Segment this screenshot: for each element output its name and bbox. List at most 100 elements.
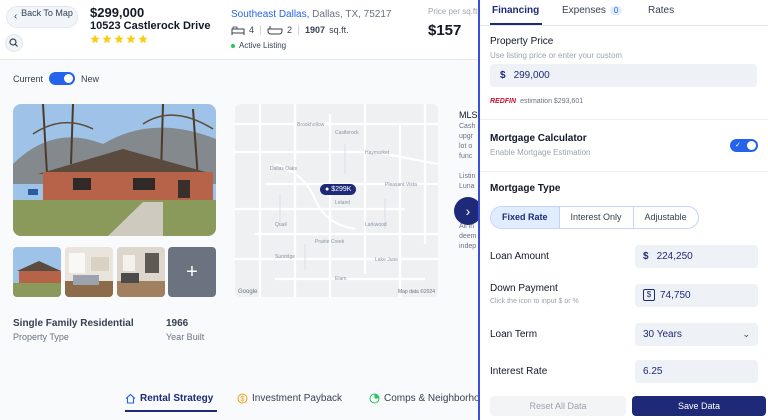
redfin-logo: REDFIN xyxy=(490,98,517,105)
property-main-photo[interactable] xyxy=(13,104,216,236)
tab-investment-payback[interactable]: $ Investment Payback xyxy=(237,393,342,404)
gallery-thumb[interactable] xyxy=(65,247,113,297)
interest-rate-label: Interest Rate xyxy=(490,366,548,377)
mls-text-line: func xyxy=(459,153,473,160)
loan-amount-input[interactable]: $224,250 xyxy=(635,245,758,268)
tab-rates[interactable]: Rates xyxy=(648,5,674,16)
city-state-zip: Dallas, TX, 75217 xyxy=(309,9,392,20)
mortgage-type-interest-only[interactable]: Interest Only xyxy=(558,207,633,228)
mortgage-type-adjustable[interactable]: Adjustable xyxy=(632,207,698,228)
dollar-coin-icon: $ xyxy=(237,393,248,404)
street-label: Castlerock xyxy=(335,130,359,136)
back-to-map-button[interactable]: ‹ Back To Map xyxy=(6,6,78,28)
active-tab-indicator xyxy=(125,410,217,412)
tab-label: Investment Payback xyxy=(252,393,343,404)
mls-text-line: indep xyxy=(459,243,477,250)
street-label: Elam xyxy=(335,276,347,282)
map-price-pin[interactable]: ● $299K xyxy=(320,184,357,195)
strategy-tabs: Rental Strategy $ Investment Payback Com… xyxy=(0,388,478,420)
financing-panel: Financing Expenses 0 Rates Property Price… xyxy=(478,0,768,420)
property-map[interactable]: Brookhollow Castlerock Haymarket Dallas Oak… xyxy=(235,104,438,297)
reset-all-data-button[interactable]: Reset All Data xyxy=(490,396,626,416)
street-label: Brookhollow xyxy=(297,122,325,128)
redfin-estimate: REDFIN estimation $293,601 xyxy=(490,98,583,105)
tab-label: Expenses xyxy=(562,5,606,16)
divider xyxy=(298,25,300,35)
sqft-unit: sq.ft. xyxy=(329,25,349,35)
listing-address: 10523 Castlerock Drive xyxy=(90,20,211,32)
tab-financing[interactable]: Financing xyxy=(492,5,539,16)
down-payment-value: 74,750 xyxy=(660,290,691,301)
search-icon xyxy=(9,38,18,47)
star-icon xyxy=(114,34,124,44)
neighborhood-link[interactable]: Southeast Dallas, xyxy=(231,9,309,20)
current-new-toggle[interactable] xyxy=(49,72,76,85)
street-label: Prairie Creek xyxy=(315,239,345,245)
property-header: ‹ Back To Map $299,000 10523 Castlerock … xyxy=(0,0,478,60)
status-text: Active Listing xyxy=(239,41,287,50)
next-arrow-button[interactable]: › xyxy=(454,197,478,225)
interest-rate-value: 6.25 xyxy=(643,366,663,377)
chevron-left-icon: ‹ xyxy=(14,11,18,22)
gallery-more-button[interactable]: + xyxy=(168,247,216,297)
dollar-icon: $ xyxy=(643,251,649,262)
street-label: Haymarket xyxy=(365,150,390,156)
star-icon xyxy=(90,34,100,44)
tab-comps-neighborhood[interactable]: Comps & Neighborhood xyxy=(369,393,478,404)
street-label: Leland xyxy=(335,200,351,206)
active-tab-indicator xyxy=(490,23,542,25)
mortgage-calculator-toggle[interactable]: ✓ xyxy=(730,139,758,152)
property-details-page: ‹ Back To Map $299,000 10523 Castlerock … xyxy=(0,0,478,420)
mortgage-type-selector: Fixed Rate Interest Only Adjustable xyxy=(490,206,699,229)
dollar-percent-switch-icon[interactable]: $ xyxy=(643,289,655,302)
plus-icon: + xyxy=(186,261,198,283)
down-payment-hint: Click the icon to input $ or % xyxy=(490,298,579,305)
beds-count: 4 xyxy=(249,25,255,35)
loan-amount-label: Loan Amount xyxy=(490,251,549,262)
pie-chart-icon xyxy=(369,393,380,404)
down-payment-input[interactable]: $74,750 xyxy=(635,284,758,307)
mls-text-line: upgr xyxy=(459,133,474,140)
mortgage-calculator-subtitle: Enable Mortgage Estimation xyxy=(490,148,591,157)
search-button[interactable] xyxy=(5,34,23,52)
price-per-sqft-label: Price per sq.ft. xyxy=(428,7,478,16)
check-icon: ✓ xyxy=(735,142,741,149)
mortgage-type-fixed-rate[interactable]: Fixed Rate xyxy=(491,207,559,228)
mls-text-line: Luna xyxy=(459,183,475,190)
tab-expenses[interactable]: Expenses 0 xyxy=(562,5,623,16)
property-price-input[interactable]: $299,000 xyxy=(490,64,757,87)
chevron-down-icon: ⌄ xyxy=(742,329,750,339)
street-label: Dallas Oaks xyxy=(270,166,297,172)
dollar-icon: $ xyxy=(500,70,506,81)
expenses-count-badge: 0 xyxy=(609,6,623,15)
save-data-button[interactable]: Save Data xyxy=(632,396,766,416)
property-price-subtitle: Use listing price or enter your custom xyxy=(490,51,623,60)
tab-rental-strategy[interactable]: Rental Strategy xyxy=(125,393,213,404)
star-icon xyxy=(138,34,148,44)
map-data-credit: Map data ©2024 xyxy=(397,289,435,295)
google-logo: Google xyxy=(238,289,258,295)
property-price-title: Property Price xyxy=(490,36,554,47)
chevron-right-icon: › xyxy=(465,203,471,219)
gallery-thumb[interactable] xyxy=(117,247,165,297)
listing-location: Southeast Dallas, Dallas, TX, 75217 xyxy=(231,9,391,20)
street-label: Larkwood xyxy=(365,222,387,228)
divider xyxy=(480,119,768,120)
gallery-thumb[interactable] xyxy=(13,247,61,297)
mls-text-line: Listin xyxy=(459,173,476,180)
svg-text:$: $ xyxy=(241,396,245,403)
tab-label: Comps & Neighborhood xyxy=(384,393,478,404)
sqft-value: 1907 xyxy=(305,25,326,35)
mls-description: MLSCashupgrlot ofunc ListinLuna Syste Al… xyxy=(459,110,478,252)
bath-icon xyxy=(267,26,283,35)
baths-count: 2 xyxy=(287,25,293,35)
interest-rate-input[interactable]: 6.25 xyxy=(635,360,758,383)
listing-price: $299,000 xyxy=(90,5,145,20)
loan-term-select[interactable]: 30 Years ⌄ xyxy=(635,323,758,346)
divider xyxy=(260,25,262,35)
street-label: Lake June xyxy=(375,257,399,263)
mls-heading: MLS xyxy=(459,110,478,120)
street-label: Pleasant Vista xyxy=(385,182,417,188)
loan-term-label: Loan Term xyxy=(490,329,538,340)
mls-text-line xyxy=(459,162,478,172)
